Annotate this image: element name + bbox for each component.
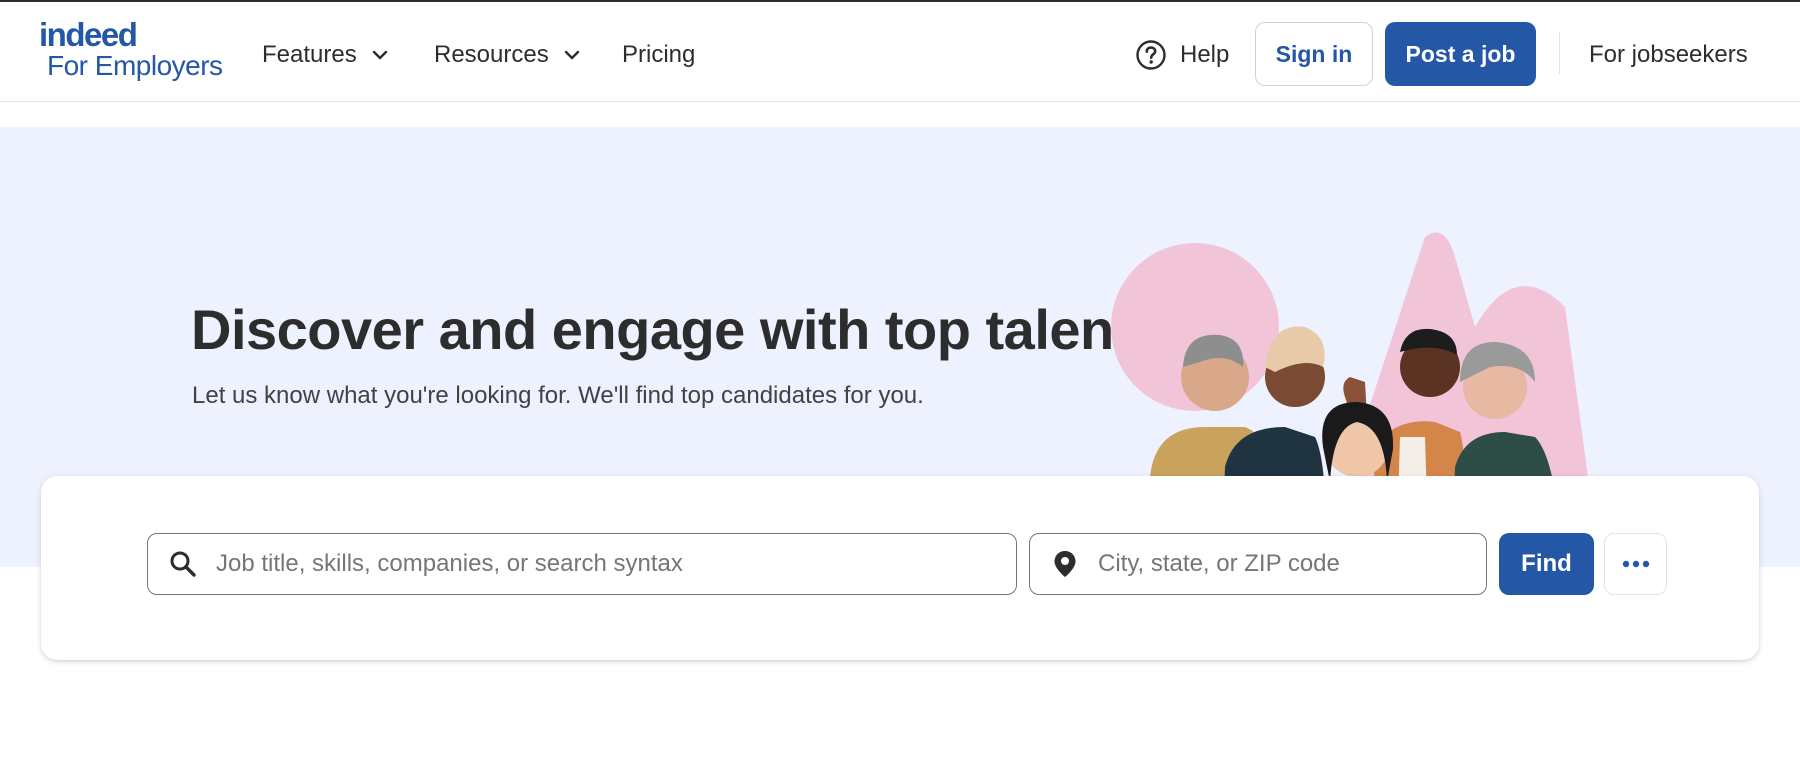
- post-a-job-button[interactable]: Post a job: [1385, 22, 1536, 86]
- location-pin-icon: [1054, 551, 1076, 577]
- help-link[interactable]: Help: [1135, 37, 1229, 73]
- chevron-down-icon: [372, 50, 387, 60]
- nav-pricing[interactable]: Pricing: [622, 38, 695, 72]
- hero-subtitle: Let us know what you're looking for. We'…: [192, 382, 924, 409]
- for-jobseekers-link[interactable]: For jobseekers: [1589, 38, 1748, 72]
- nav-features[interactable]: Features: [262, 38, 389, 72]
- chevron-down-icon: [564, 50, 579, 60]
- help-label: Help: [1180, 41, 1230, 68]
- hero-title: Discover and engage with top talent: [191, 298, 1132, 361]
- more-dots-icon: [1622, 560, 1649, 568]
- nav-resources[interactable]: Resources: [434, 38, 581, 72]
- where-search-field[interactable]: [1029, 533, 1487, 595]
- search-card: Find: [41, 476, 1759, 660]
- nav-features-label: Features: [262, 41, 357, 68]
- what-search-input[interactable]: [216, 550, 1016, 578]
- header-divider: [1559, 32, 1560, 74]
- sign-in-button[interactable]: Sign in: [1255, 22, 1373, 86]
- what-search-field[interactable]: [147, 533, 1017, 595]
- find-button[interactable]: Find: [1499, 533, 1594, 595]
- search-icon: [170, 551, 196, 577]
- logo-subtitle: For Employers: [47, 50, 223, 81]
- where-search-input[interactable]: [1098, 550, 1486, 578]
- nav-resources-label: Resources: [434, 41, 549, 68]
- indeed-logo[interactable]: indeed For Employers: [39, 16, 223, 86]
- logo-wordmark: indeed: [39, 16, 138, 53]
- more-options-button[interactable]: [1604, 533, 1667, 595]
- help-circle-icon: [1136, 40, 1166, 70]
- site-header: indeed For Employers Features Resources …: [0, 2, 1800, 102]
